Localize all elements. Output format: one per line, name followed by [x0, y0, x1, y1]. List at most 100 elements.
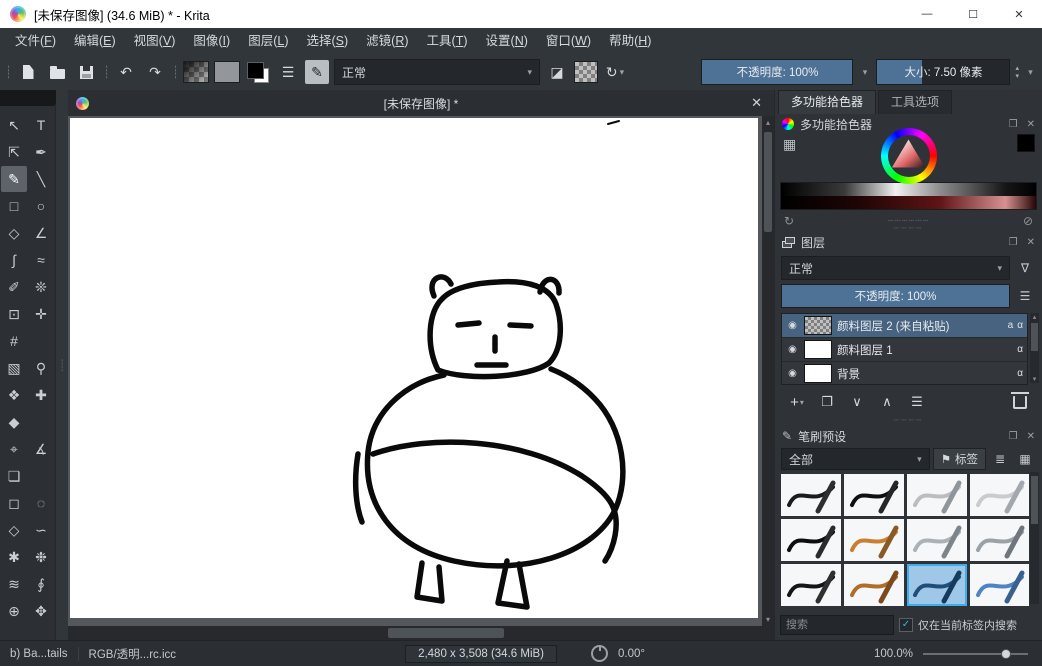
size-dropdown-button[interactable]: ▾	[1024, 60, 1037, 84]
brush-preset-tile[interactable]	[844, 519, 904, 561]
polyline-tool[interactable]: ∠	[28, 220, 54, 246]
menu-window[interactable]: 窗口(W)	[537, 29, 600, 54]
layer-row[interactable]: ◉背景α	[782, 362, 1027, 385]
measure-tool[interactable]: ∡	[28, 436, 54, 462]
layer-row[interactable]: ◉颜料图层 2 (来自粘贴)aα	[782, 314, 1027, 338]
menu-tools[interactable]: 工具(T)	[418, 29, 477, 54]
menu-filter[interactable]: 滤镜(R)	[357, 29, 417, 54]
transform-tool[interactable]: ⊡	[1, 301, 27, 327]
contiguous-select-tool[interactable]: ✱	[1, 544, 27, 570]
color-sampler-tool[interactable]: ⚲	[28, 355, 54, 381]
preserve-alpha-button[interactable]	[574, 61, 598, 83]
float-docker-icon[interactable]: ❐	[1009, 119, 1018, 130]
toolbar-grip[interactable]: ┊	[172, 65, 178, 79]
layer-badge[interactable]: α	[1017, 320, 1023, 331]
docker-separator[interactable]: ┄┄┄┄	[775, 417, 1042, 423]
reload-preset-button[interactable]: ↻ ▾	[603, 60, 627, 84]
zoom-handle[interactable]	[1001, 649, 1011, 659]
document-tab-title[interactable]: [未保存图像] *	[68, 95, 774, 112]
layer-badge[interactable]: α	[1017, 368, 1023, 379]
menu-layer[interactable]: 图层(L)	[239, 29, 297, 54]
brush-preset-tile[interactable]	[970, 564, 1029, 606]
brush-preset-tile[interactable]	[781, 519, 841, 561]
brush-preset-tile[interactable]	[844, 564, 904, 606]
crop-tool[interactable]: #	[1, 328, 27, 354]
open-document-button[interactable]	[45, 60, 69, 84]
assistants-tool[interactable]: ⌖	[1, 436, 27, 462]
undo-button[interactable]: ↶	[114, 60, 138, 84]
layer-badge[interactable]: α	[1017, 344, 1023, 355]
move-layer-up-button[interactable]: ∧	[873, 391, 901, 413]
fg-bg-colors[interactable]	[245, 60, 271, 84]
shade-strip-red[interactable]	[780, 196, 1037, 210]
current-brush-label[interactable]: b) Ba...tails	[10, 648, 68, 660]
gradient-tool[interactable]: ▧	[1, 355, 27, 381]
scroll-up-icon[interactable]: ▴	[762, 118, 774, 127]
ellipse-tool[interactable]: ○	[28, 193, 54, 219]
menu-file[interactable]: 文件(F)	[6, 29, 65, 54]
current-color-swatch[interactable]	[1017, 134, 1035, 152]
search-in-tag-checkbox[interactable]: ✓	[899, 618, 913, 632]
freehand-path-tool[interactable]: ≈	[28, 247, 54, 273]
move-layer-down-button[interactable]: ∨	[843, 391, 871, 413]
zoom-level-label[interactable]: 100.0%	[874, 648, 913, 660]
polygonal-select-tool[interactable]: ◇	[1, 517, 27, 543]
redo-button[interactable]: ↷	[143, 60, 167, 84]
pattern-swatch[interactable]	[214, 61, 240, 83]
brush-preset-tile[interactable]	[907, 519, 967, 561]
blending-mode-select[interactable]: 正常 ▾	[334, 59, 540, 85]
preset-menu-icon[interactable]: ≣	[989, 448, 1011, 470]
edit-shapes-tool[interactable]: ⇱	[1, 139, 27, 165]
menu-image[interactable]: 图像(I)	[184, 29, 239, 54]
rectangle-tool[interactable]: □	[1, 193, 27, 219]
layer-filter-icon[interactable]: ∇	[1014, 257, 1036, 279]
layer-blending-mode-select[interactable]: 正常 ▾	[781, 256, 1010, 280]
smart-patch-tool[interactable]: ✚	[28, 382, 54, 408]
layer-badge[interactable]: a	[1008, 320, 1014, 331]
similar-color-select-tool[interactable]: ❉	[28, 544, 54, 570]
line-tool[interactable]: ╲	[28, 166, 54, 192]
document-close-icon[interactable]: ✕	[751, 95, 762, 111]
tab-advanced-color-selector[interactable]: 多功能拾色器	[778, 90, 876, 114]
color-profile-label[interactable]: RGB/透明...rc.icc	[89, 646, 177, 662]
preset-view-mode-icon[interactable]: ▦	[1014, 448, 1036, 470]
close-button[interactable]: ✕	[996, 0, 1042, 28]
menu-settings[interactable]: 设置(N)	[477, 29, 537, 54]
visibility-icon[interactable]: ◉	[786, 320, 799, 331]
pan-tool[interactable]: ✥	[28, 598, 54, 624]
multibrush-tool[interactable]: ❊	[28, 274, 54, 300]
scroll-down-icon[interactable]: ▾	[762, 615, 774, 624]
canvas-rotation-knob[interactable]	[591, 645, 608, 662]
toolbar-grip[interactable]: ┊	[103, 65, 109, 79]
duplicate-layer-button[interactable]: ❐	[813, 391, 841, 413]
brush-preset-tile[interactable]	[781, 564, 841, 606]
menu-view[interactable]: 视图(V)	[125, 29, 185, 54]
edit-brush-settings-button[interactable]: ✎	[305, 60, 329, 84]
bezier-curve-tool[interactable]: ∫	[1, 247, 27, 273]
shape-select-tool[interactable]: ↖	[1, 112, 27, 138]
minimize-button[interactable]: —	[904, 0, 950, 28]
menu-edit[interactable]: 编辑(E)	[65, 29, 125, 54]
opacity-dropdown-button[interactable]: ▾	[858, 60, 871, 84]
move-tool[interactable]: ✛	[28, 301, 54, 327]
scrollbar-thumb[interactable]	[1031, 476, 1038, 524]
brush-preset-tile[interactable]	[970, 519, 1029, 561]
scrollbar-thumb[interactable]	[764, 132, 772, 232]
brush-preset-tile[interactable]	[781, 474, 841, 516]
dynamic-brush-tool[interactable]: ✐	[1, 274, 27, 300]
magnetic-select-tool[interactable]: ≋	[1, 571, 27, 597]
float-docker-icon[interactable]: ❐	[1009, 431, 1018, 442]
scroll-up-icon[interactable]: ▴	[1030, 313, 1039, 321]
brush-preset-tile[interactable]	[907, 564, 967, 606]
rectangular-select-tool[interactable]: ◻	[1, 490, 27, 516]
delete-layer-button[interactable]	[1006, 391, 1034, 413]
freehand-brush-tool[interactable]: ✎	[1, 166, 27, 192]
size-spinner[interactable]: ▴ ▾	[1015, 65, 1019, 80]
opacity-slider[interactable]: 不透明度: 100%	[701, 59, 853, 85]
docker-separator[interactable]: ┄┄┄┄	[775, 225, 1042, 231]
reference-images-tool[interactable]: ❏	[1, 463, 27, 489]
maximize-button[interactable]: ☐	[950, 0, 996, 28]
zoom-tool[interactable]: ⊕	[1, 598, 27, 624]
layer-list-scrollbar[interactable]: ▴ ▾	[1030, 313, 1039, 383]
bezier-select-tool[interactable]: ∮	[28, 571, 54, 597]
